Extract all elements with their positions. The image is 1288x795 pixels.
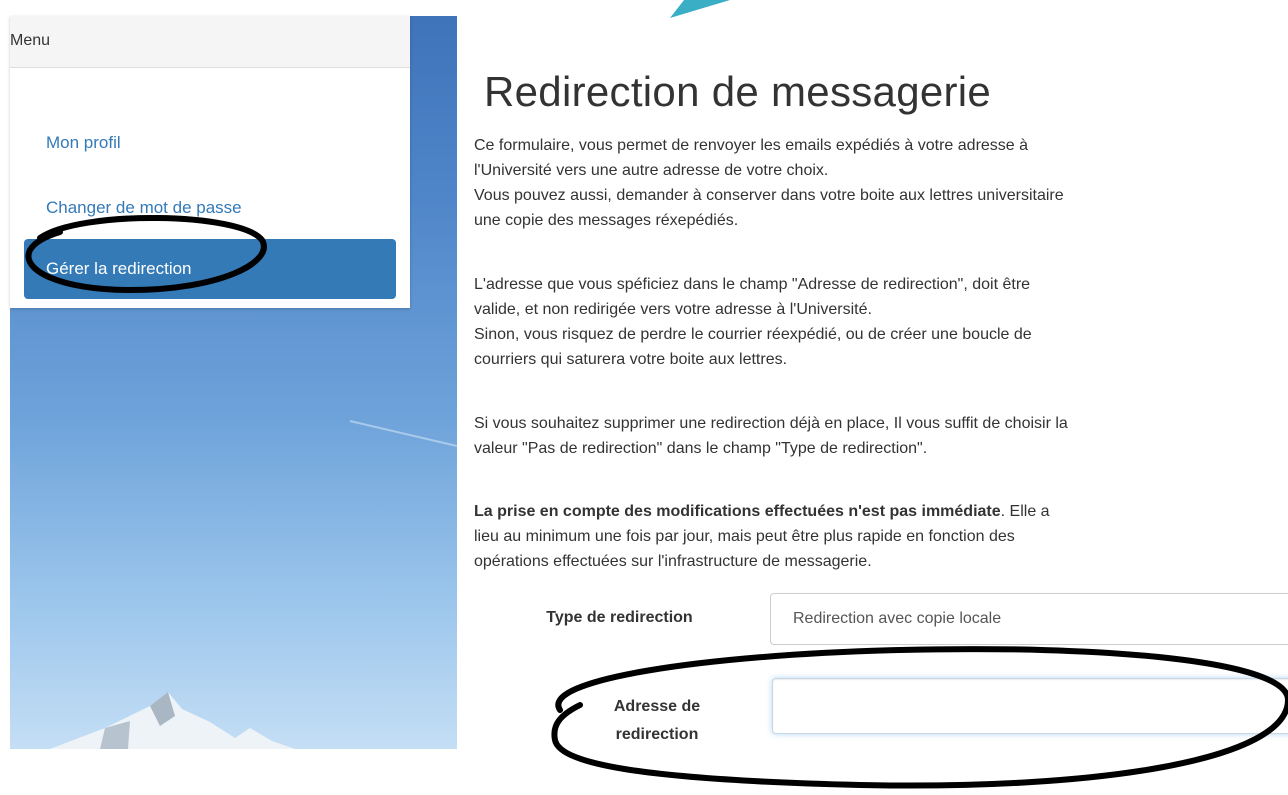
side-menu: Menu Mon profil Changer de mot de passe … — [10, 16, 410, 308]
text-line: valeur "Pas de redirection" dans le cham… — [474, 440, 928, 457]
text-line: Vous pouvez aussi, demander à conserver … — [474, 187, 1064, 204]
type-redirection-select[interactable]: Redirection avec copie locale ▾ — [770, 593, 1288, 645]
select-value: Redirection avec copie locale — [793, 610, 1002, 627]
page-title: Redirection de messagerie — [484, 68, 992, 115]
text-line: Ce formulaire, vous permet de renvoyer l… — [474, 137, 1029, 154]
paragraph-delay-notice: La prise en compte des modifications eff… — [474, 499, 1288, 574]
menu-item-gerer-redirection[interactable]: Gérer la redirection — [24, 239, 396, 299]
text-line: une copie des messages réxepédiés. — [474, 212, 739, 229]
paragraph-address-warning: L'adresse que vous spéficiez dans le cha… — [474, 272, 1288, 372]
label-line: Adresse de — [613, 698, 701, 715]
text-line: courriers qui saturera votre boite aux l… — [474, 351, 788, 368]
text-line: Sinon, vous risquez de perdre le courrie… — [474, 326, 1032, 343]
text-line: Si vous souhaitez supprimer une redirect… — [474, 415, 1068, 432]
adresse-redirection-input[interactable] — [772, 678, 1288, 734]
menu-header: Menu — [10, 16, 410, 68]
text-line: lieu au minimum une fois par jour, mais … — [474, 528, 1015, 545]
paragraph-intro: Ce formulaire, vous permet de renvoyer l… — [474, 133, 1288, 233]
text-line: L'adresse que vous spéficiez dans le cha… — [474, 276, 1031, 293]
menu-item-changer-mot-de-passe[interactable]: Changer de mot de passe — [24, 178, 396, 238]
label-line: redirection — [615, 726, 699, 743]
type-redirection-label: Type de redirection — [546, 609, 693, 626]
text-fragment: . Elle a — [1000, 503, 1050, 520]
menu-item-mon-profil[interactable]: Mon profil — [24, 113, 396, 173]
adresse-redirection-label: Adresse de redirection — [572, 693, 742, 749]
text-line: valide, et non redirigée vers votre adre… — [474, 301, 872, 318]
main-content: Redirection de messagerie Ce formulaire,… — [472, 0, 1288, 795]
paragraph-remove-redirection: Si vous souhaitez supprimer une redirect… — [474, 411, 1288, 461]
text-line: l'Université vers une autre adresse de v… — [474, 162, 829, 179]
text-line: opérations effectuées sur l'infrastructu… — [474, 553, 872, 570]
bold-notice: La prise en compte des modifications eff… — [474, 503, 1001, 520]
